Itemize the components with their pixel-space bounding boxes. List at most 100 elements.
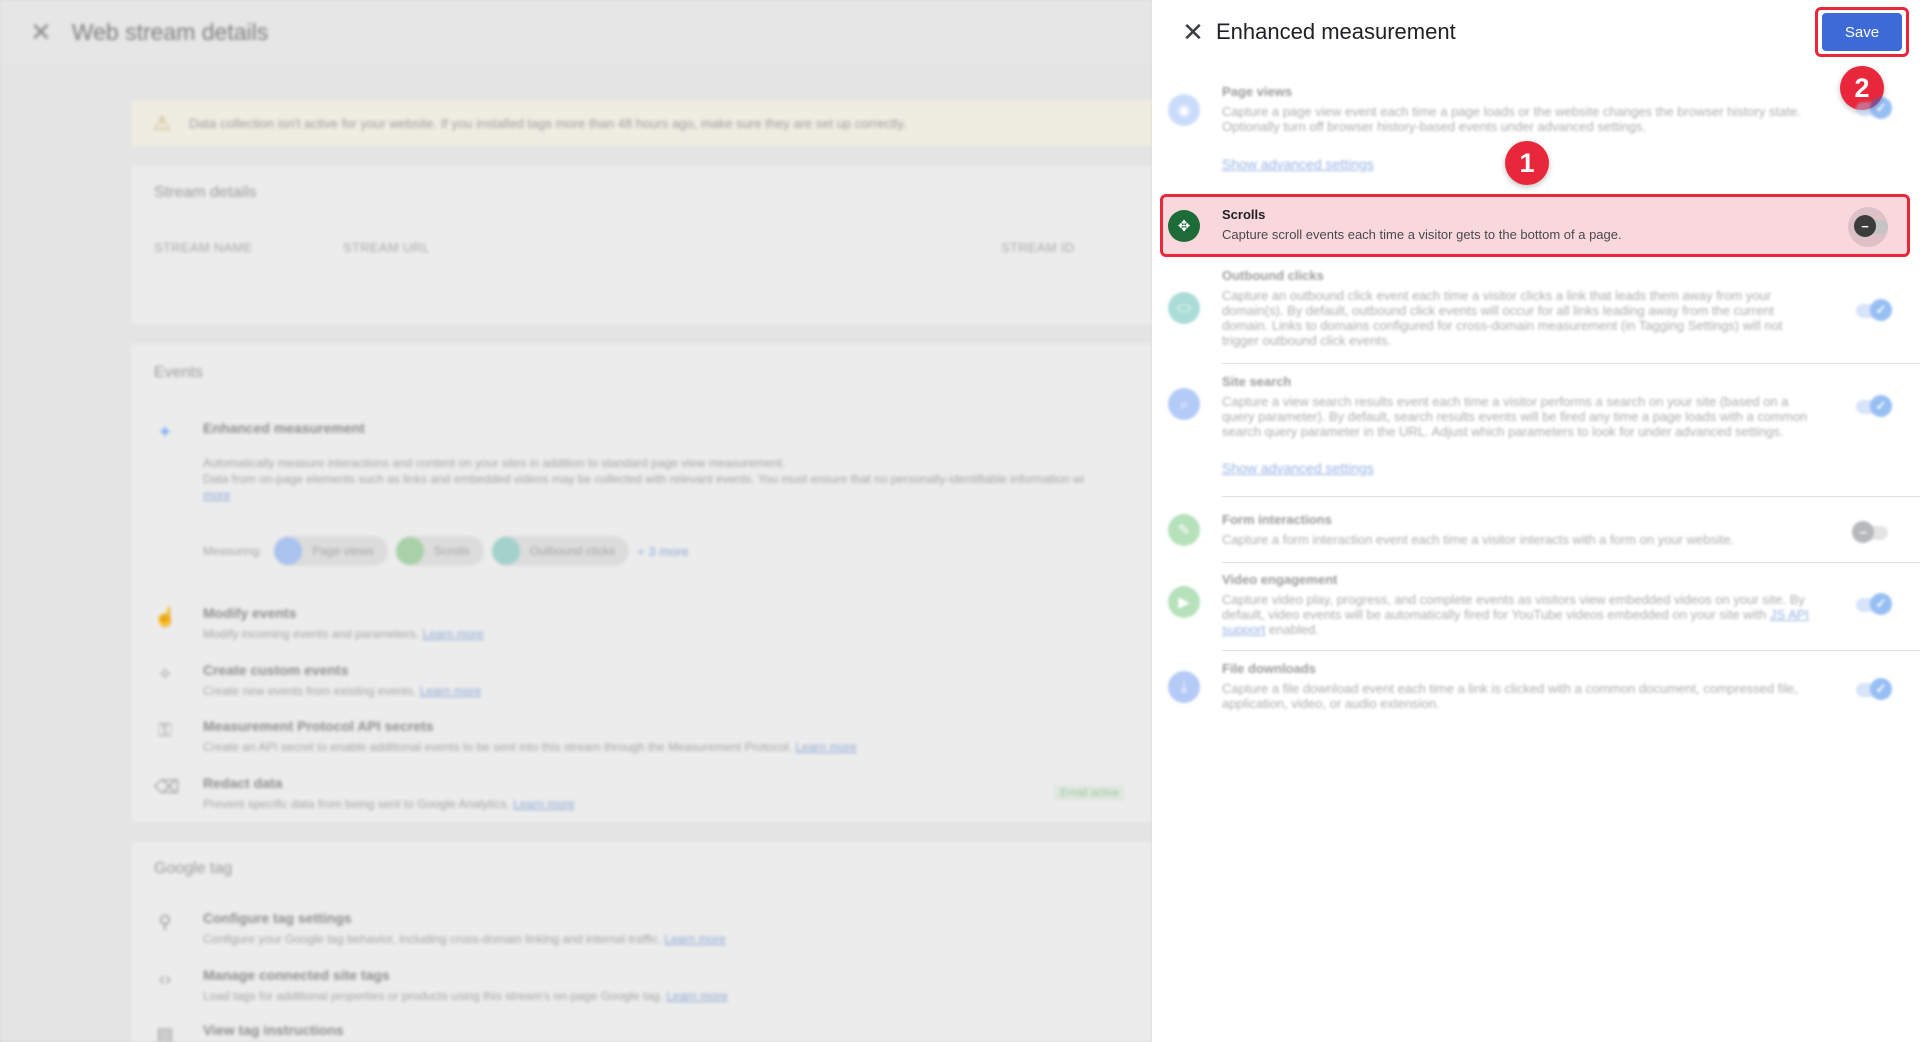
item-desc: Capture a page view event each time a pa…: [1222, 104, 1801, 134]
column-stream-id: STREAM ID: [1001, 240, 1075, 255]
enhanced-measurement-row[interactable]: ✦ Enhanced measurement Automatically mea…: [154, 420, 1144, 570]
measurement-protocol-row[interactable]: ⚿ Measurement Protocol API secrets Creat…: [154, 718, 1144, 758]
item-desc: Capture a view search results event each…: [1222, 394, 1808, 439]
divider: [1222, 650, 1920, 651]
item-name: Scrolls: [1222, 207, 1266, 222]
check-icon: ✓: [1870, 593, 1892, 615]
show-advanced-settings-link[interactable]: Show advanced settings: [1222, 156, 1374, 172]
mouse-icon: ⬭: [1168, 292, 1200, 324]
row-title: Configure tag settings: [203, 910, 352, 926]
page-views-toggle[interactable]: ✓: [1852, 96, 1892, 120]
download-icon: ⤓: [1168, 671, 1200, 703]
item-desc: Capture a file download event each time …: [1222, 681, 1798, 711]
scroll-arrows-icon: ✥: [1168, 210, 1200, 242]
eye-icon: ◉: [1168, 94, 1200, 126]
save-button[interactable]: Save: [1822, 13, 1902, 51]
sparkle-icon: ✦: [157, 422, 173, 442]
close-icon[interactable]: ✕: [30, 17, 52, 48]
enhanced-learn-more[interactable]: more: [203, 488, 230, 502]
page-header: ✕ Web stream details: [0, 0, 1152, 64]
scrolls-toggle[interactable]: −: [1852, 214, 1892, 238]
row-title: Modify events: [203, 605, 297, 621]
check-icon: ✓: [1870, 299, 1892, 321]
background-page: ✕ Web stream details ⚠ Data collection i…: [0, 0, 1152, 1042]
video-engagement-item: ▶ Video engagement Capture video play, p…: [1152, 572, 1920, 637]
tag-icon: ⚲: [158, 912, 172, 932]
row-title: View tag instructions: [203, 1022, 344, 1038]
learn-more-link[interactable]: Learn more: [664, 932, 725, 946]
divider: [1222, 363, 1920, 364]
item-name: Page views: [1222, 84, 1293, 99]
measuring-chips: Measuring: Page views Scrolls Outbound c…: [203, 536, 689, 566]
page-views-item: ◉ Page views Capture a page view event e…: [1152, 84, 1920, 180]
file-downloads-toggle[interactable]: ✓: [1852, 677, 1892, 701]
hand-icon: ☝: [154, 607, 177, 627]
stream-details-card: [131, 166, 1152, 324]
warning-banner: ⚠ Data collection isn't active for your …: [131, 100, 1152, 146]
row-title: Create custom events: [203, 662, 349, 678]
site-search-toggle[interactable]: ✓: [1852, 394, 1892, 418]
learn-more-link[interactable]: Learn more: [666, 989, 727, 1003]
close-icon[interactable]: ✕: [1180, 19, 1206, 45]
divider: [1222, 562, 1920, 563]
row-desc: Load tags for additional properties or p…: [203, 989, 663, 1003]
form-interactions-toggle[interactable]: −: [1852, 520, 1892, 544]
search-icon: ⌕: [1168, 388, 1200, 420]
item-name: Outbound clicks: [1222, 268, 1324, 283]
form-icon: ✎: [1168, 514, 1200, 546]
item-desc: Capture an outbound click event each tim…: [1222, 288, 1783, 348]
drawer-title: Enhanced measurement: [1216, 19, 1456, 44]
check-icon: ✓: [1870, 97, 1892, 119]
chip-page-views: Page views: [274, 536, 388, 566]
stream-details-title: Stream details: [154, 184, 257, 201]
learn-more-link[interactable]: Learn more: [422, 627, 483, 641]
modify-events-row[interactable]: ☝ Modify events Modify incoming events a…: [154, 605, 1144, 645]
status-badge: Email active: [1054, 785, 1126, 801]
form-interactions-item: ✎ Form interactions Capture a form inter…: [1152, 512, 1920, 552]
item-name: Site search: [1222, 374, 1292, 389]
outbound-clicks-toggle[interactable]: ✓: [1852, 298, 1892, 322]
page-title: Web stream details: [71, 18, 269, 45]
redact-data-row[interactable]: ⌫ Redact data Prevent specific data from…: [154, 775, 1144, 815]
enhanced-measurement-drawer: ✕ Enhanced measurement Save 2 1 ◉ Page v…: [1152, 0, 1920, 1042]
view-tag-instructions-row[interactable]: ▤ View tag instructions: [154, 1022, 1144, 1042]
minus-icon: −: [1852, 521, 1874, 543]
warning-text: Data collection isn't active for your we…: [188, 115, 907, 131]
show-advanced-settings-link[interactable]: Show advanced settings: [1222, 460, 1374, 476]
enhanced-desc-1: Automatically measure interactions and c…: [203, 456, 786, 470]
item-desc: Capture video play, progress, and comple…: [1222, 592, 1810, 637]
learn-more-link[interactable]: Learn more: [795, 740, 856, 754]
instructions-icon: ▤: [156, 1024, 174, 1042]
enhanced-desc-2: Data from on-page elements such as links…: [203, 472, 1085, 486]
enhanced-title: Enhanced measurement: [203, 420, 365, 436]
sparkle-cursor-icon: ✧: [157, 664, 173, 684]
warning-icon: ⚠: [153, 112, 171, 135]
item-desc: Capture scroll events each time a visito…: [1222, 227, 1622, 242]
row-title: Measurement Protocol API secrets: [203, 718, 434, 734]
row-desc: Create new events from existing events.: [203, 684, 417, 698]
check-icon: ✓: [1870, 395, 1892, 417]
outbound-clicks-item: ⬭ Outbound clicks Capture an outbound cl…: [1152, 268, 1920, 358]
item-desc: Capture a form interaction event each ti…: [1222, 532, 1735, 547]
video-engagement-toggle[interactable]: ✓: [1852, 592, 1892, 616]
learn-more-link[interactable]: Learn more: [420, 684, 481, 698]
divider: [1222, 496, 1920, 497]
row-title: Redact data: [203, 775, 283, 791]
configure-tag-row[interactable]: ⚲ Configure tag settings Configure your …: [154, 910, 1144, 950]
eraser-icon: ⌫: [154, 777, 180, 797]
google-tag-title: Google tag: [154, 860, 233, 877]
more-chips-link[interactable]: + 3 more: [637, 544, 689, 559]
drawer-header: ✕ Enhanced measurement Save: [1152, 0, 1920, 64]
row-desc: Create an API secret to enable additiona…: [203, 740, 793, 754]
file-downloads-item: ⤓ File downloads Capture a file download…: [1152, 661, 1920, 711]
chip-outbound-clicks: Outbound clicks: [491, 536, 630, 566]
scrolls-item: ✥ Scrolls Capture scroll events each tim…: [1152, 207, 1920, 247]
manage-site-tags-row[interactable]: ‹› Manage connected site tags Load tags …: [154, 967, 1144, 1007]
learn-more-link[interactable]: Learn more: [513, 797, 574, 811]
item-name: Form interactions: [1222, 512, 1332, 527]
measuring-label: Measuring:: [203, 544, 263, 558]
row-desc: Prevent specific data from being sent to…: [203, 797, 510, 811]
column-stream-name: STREAM NAME: [154, 240, 253, 255]
row-desc: Configure your Google tag behavior, incl…: [203, 932, 662, 946]
create-custom-events-row[interactable]: ✧ Create custom events Create new events…: [154, 662, 1144, 702]
